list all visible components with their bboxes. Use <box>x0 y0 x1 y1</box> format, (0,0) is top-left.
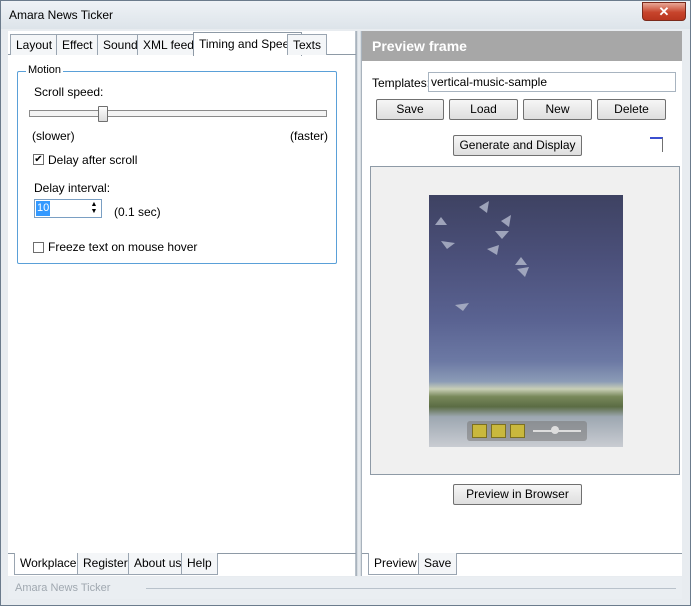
workspace: Layout Effect Sound XML feed Timing and … <box>8 31 682 576</box>
freeze-on-hover-label: Freeze text on mouse hover <box>48 240 198 254</box>
preview-image <box>429 195 623 447</box>
bottom-tab-bar-left: Workplace Register About us Help <box>8 553 356 575</box>
title-bar: Amara News Ticker ✕ <box>1 1 690 29</box>
player-controls <box>467 421 587 441</box>
slider-min-label: (slower) <box>32 129 75 143</box>
window-title: Amara News Ticker <box>9 8 114 22</box>
tab-register[interactable]: Register <box>77 553 134 575</box>
new-button[interactable]: New <box>523 99 592 120</box>
frame-toggle-icon[interactable] <box>650 137 663 152</box>
tab-save[interactable]: Save <box>418 553 458 575</box>
tab-about-us[interactable]: About us <box>128 553 188 575</box>
tab-help[interactable]: Help <box>181 553 218 575</box>
motion-group-title: Motion <box>26 64 64 76</box>
load-button[interactable]: Load <box>449 99 518 120</box>
freeze-on-hover-checkbox[interactable] <box>33 242 44 253</box>
tab-layout[interactable]: Layout <box>10 34 59 55</box>
scroll-speed-slider-thumb[interactable] <box>98 106 109 122</box>
templates-label: Templates: <box>372 76 431 90</box>
pause-icon[interactable] <box>491 424 506 438</box>
delay-interval-spinner[interactable]: 10 ▲ ▼ <box>34 199 102 218</box>
preview-header-title: Preview frame <box>372 38 467 54</box>
delete-button[interactable]: Delete <box>597 99 666 120</box>
save-button[interactable]: Save <box>376 99 444 120</box>
delay-interval-value[interactable]: 10 <box>36 201 51 216</box>
tab-xml-feed[interactable]: XML feed <box>137 34 200 55</box>
scroll-speed-slider-track[interactable] <box>29 110 327 117</box>
bottom-tab-bar-right: Preview Save <box>362 553 682 575</box>
settings-panel: Layout Effect Sound XML feed Timing and … <box>8 31 356 576</box>
tab-workplace[interactable]: Workplace <box>14 553 83 575</box>
stop-icon[interactable] <box>510 424 525 438</box>
app-window: Amara News Ticker ✕ Layout Effect Sound … <box>0 0 691 606</box>
templates-input[interactable]: vertical-music-sample <box>428 72 676 92</box>
delay-unit-label: (0.1 sec) <box>114 205 161 219</box>
status-divider <box>146 588 676 589</box>
generate-and-display-button[interactable]: Generate and Display <box>453 135 582 156</box>
scroll-speed-label: Scroll speed: <box>34 85 104 99</box>
play-icon[interactable] <box>472 424 487 438</box>
status-bar: Amara News Ticker <box>8 577 682 599</box>
slider-max-label: (faster) <box>289 129 328 143</box>
delay-after-scroll-checkbox[interactable]: ✔ <box>33 154 44 165</box>
ticker-arrows-icon <box>435 201 529 311</box>
close-button[interactable]: ✕ <box>642 2 686 21</box>
motion-group: Motion Scroll speed: (slower) (faster) ✔… <box>17 64 337 264</box>
settings-tab-bar: Layout Effect Sound XML feed Timing and … <box>8 32 356 56</box>
preview-header: Preview frame <box>362 31 682 61</box>
tab-texts[interactable]: Texts <box>287 34 328 55</box>
delay-interval-label: Delay interval: <box>34 181 111 195</box>
preview-area <box>370 166 680 475</box>
tab-effect[interactable]: Effect <box>56 34 99 55</box>
spinner-arrows-icon[interactable]: ▲ ▼ <box>88 201 100 216</box>
preview-in-browser-button[interactable]: Preview in Browser <box>453 484 582 505</box>
status-text: Amara News Ticker <box>15 582 111 594</box>
tab-preview[interactable]: Preview <box>368 553 423 575</box>
player-seek-thumb[interactable] <box>551 426 559 434</box>
tab-timing-and-speed[interactable]: Timing and Speed <box>193 32 302 56</box>
preview-panel: Preview frame Templates: vertical-music-… <box>362 31 682 576</box>
delay-after-scroll-label: Delay after scroll <box>48 153 138 167</box>
